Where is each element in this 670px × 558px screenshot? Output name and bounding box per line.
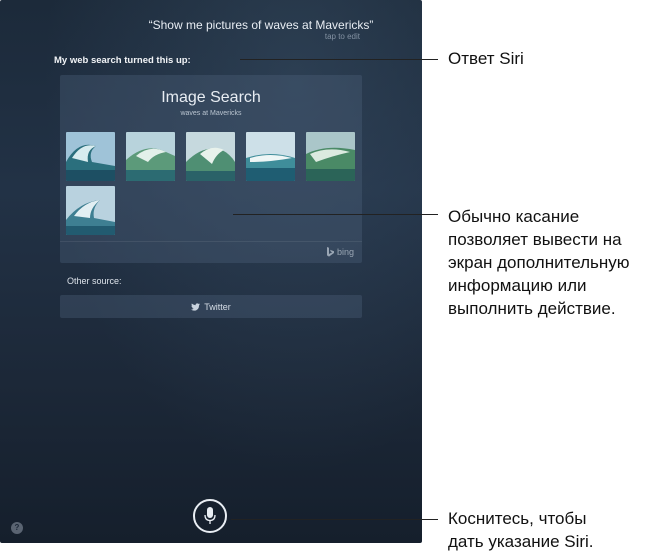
illustration: “Show me pictures of waves at Mavericks”… xyxy=(0,0,670,558)
callout-tap-info-line-1: Обычно касание xyxy=(448,207,580,226)
leader-line-tap-info xyxy=(233,214,438,215)
bing-logo-icon xyxy=(326,247,334,257)
wave-thumbnail-2[interactable] xyxy=(126,132,175,181)
siri-query[interactable]: “Show me pictures of waves at Mavericks”… xyxy=(0,18,422,41)
callout-tap-info-line-5: выполнить действие. xyxy=(448,299,616,318)
wave-thumbnail-6[interactable] xyxy=(66,186,115,235)
panel-subtitle: waves at Mavericks xyxy=(180,110,242,117)
callout-tap-info-line-2: позволяет вывести на xyxy=(448,230,622,249)
image-search-panel[interactable]: Image Search waves at Mavericks bing xyxy=(60,75,362,263)
panel-title: Image Search xyxy=(161,89,261,106)
wave-thumbnail-1[interactable] xyxy=(66,132,115,181)
help-button[interactable]: ? xyxy=(11,522,23,534)
leader-line-mic xyxy=(231,519,438,520)
callout-mic-tip-line-2: дать указание Siri. xyxy=(448,532,594,551)
wave-thumbnail-3[interactable] xyxy=(186,132,235,181)
twitter-source-button[interactable]: Twitter xyxy=(60,295,362,318)
callout-siri-response-text: Ответ Siri xyxy=(448,49,524,68)
bing-label: bing xyxy=(336,247,354,257)
tap-to-edit-hint[interactable]: tap to edit xyxy=(325,32,360,41)
callout-tap-info-line-3: экран дополнительную xyxy=(448,253,630,272)
callout-tap-info: Обычно касание позволяет вывести на экра… xyxy=(448,205,630,320)
siri-screen: “Show me pictures of waves at Mavericks”… xyxy=(0,0,422,543)
microphone-icon xyxy=(204,507,216,524)
microphone-button[interactable] xyxy=(193,499,227,533)
query-text: “Show me pictures of waves at Mavericks” xyxy=(148,18,374,32)
callout-siri-response: Ответ Siri xyxy=(448,47,524,70)
siri-response-heading: My web search turned this up: xyxy=(54,55,191,66)
callout-mic-tip: Коснитесь, чтобы дать указание Siri. xyxy=(448,507,594,553)
twitter-label: Twitter xyxy=(204,301,231,312)
callout-tap-info-line-4: информацию или xyxy=(448,276,587,295)
other-source-label: Other source: xyxy=(67,276,122,286)
twitter-bird-icon xyxy=(191,302,201,311)
wave-thumbnail-4[interactable] xyxy=(246,132,295,181)
panel-divider xyxy=(60,241,362,242)
bing-attribution[interactable]: bing xyxy=(326,247,354,257)
wave-thumbnail-5[interactable] xyxy=(306,132,355,181)
callout-mic-tip-line-1: Коснитесь, чтобы xyxy=(448,509,587,528)
leader-line-response xyxy=(240,59,438,60)
